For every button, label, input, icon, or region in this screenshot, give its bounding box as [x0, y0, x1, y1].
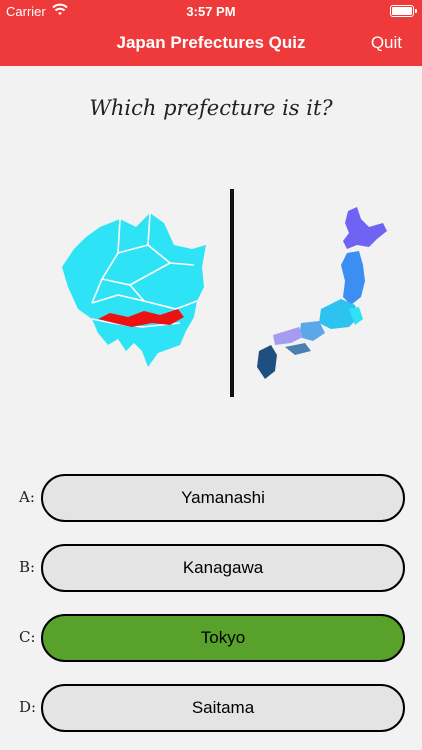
page-title: Japan Prefectures Quiz	[116, 33, 306, 52]
question-text: Which prefecture is it?	[89, 96, 333, 120]
answer-letter: B:	[19, 558, 36, 576]
answer-button-a[interactable]: Yamanashi	[41, 474, 405, 522]
answer-letter: A:	[19, 488, 35, 506]
answer-row-b: B: Kanagawa	[0, 544, 422, 594]
region-map	[62, 212, 206, 367]
shikoku	[285, 343, 311, 355]
map-divider	[230, 189, 234, 397]
tohoku	[341, 251, 365, 305]
hokkaido	[343, 207, 387, 249]
answer-button-b[interactable]: Kanagawa	[41, 544, 405, 592]
answer-row-a: A: Yamanashi	[0, 474, 422, 524]
quit-button[interactable]: Quit	[371, 33, 402, 53]
battery-icon	[390, 5, 417, 17]
answer-letter: C:	[19, 628, 36, 646]
answer-row-d: D: Saitama	[0, 684, 422, 734]
answer-button-d[interactable]: Saitama	[41, 684, 405, 732]
kyushu	[257, 345, 277, 379]
clock: 3:57 PM	[186, 4, 236, 19]
nav-bar: Carrier 3:57 PM Japan Prefectures Quiz Q…	[0, 0, 422, 66]
chugoku	[273, 327, 303, 345]
answer-row-c: C: Tokyo	[0, 614, 422, 664]
answer-button-c[interactable]: Tokyo	[41, 614, 405, 662]
japan-map	[257, 207, 387, 379]
status-bar: Carrier 3:57 PM	[0, 0, 422, 22]
answer-letter: D:	[19, 698, 37, 716]
